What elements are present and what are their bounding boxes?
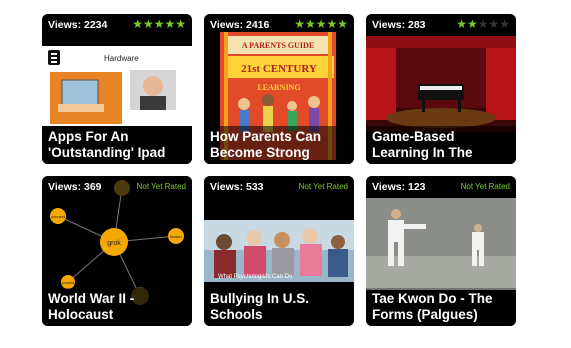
- video-card-game-based-learning[interactable]: Views: 283 ★★★★★ Game-Based Learning In …: [366, 14, 516, 164]
- node-label: connect: [51, 214, 66, 219]
- star-rating: ★★★★★: [294, 17, 348, 31]
- node-label: lesson: [170, 234, 182, 239]
- views-count: Views: 2234: [48, 19, 108, 31]
- star-rating: ★★★★★: [132, 17, 186, 31]
- rating-status: Not Yet Rated: [136, 182, 186, 191]
- card-title[interactable]: Game-Based Learning In The: [372, 129, 512, 161]
- views-count: Views: 123: [372, 181, 426, 193]
- views-count: Views: 369: [48, 181, 102, 193]
- views-count: Views: 2416: [210, 19, 270, 31]
- video-card-world-war-ii[interactable]: grok connect lesson conobs Views: 369 No…: [42, 176, 192, 326]
- video-card-bullying[interactable]: What Psychologists Can Do Views: 533 Not…: [204, 176, 354, 326]
- video-card-tae-kwon-do[interactable]: Views: 123 Not Yet Rated Tae Kwon Do - T…: [366, 176, 516, 326]
- thumb-caption: What Psychologists Can Do: [218, 274, 293, 280]
- rating-status: Not Yet Rated: [460, 182, 510, 191]
- node-label: conobs: [62, 280, 75, 285]
- views-count: Views: 283: [372, 19, 426, 31]
- views-count: Views: 533: [210, 181, 264, 193]
- rating-status: Not Yet Rated: [298, 182, 348, 191]
- card-title[interactable]: Tae Kwon Do - The Forms (Palgues): [372, 291, 512, 323]
- card-title[interactable]: How Parents Can Become Strong: [210, 129, 350, 161]
- video-card-ipad-apps[interactable]: Hardware Views: 2234 ★★★★★ Apps For An '…: [42, 14, 192, 164]
- star-rating: ★★★★★: [456, 17, 510, 31]
- thumb-caption-2: 21st CENTURY: [241, 63, 317, 75]
- thumb-caption-1: A PARENTS GUIDE: [242, 41, 314, 50]
- card-title[interactable]: World War II - Holocaust: [48, 291, 188, 323]
- thumb-caption: Hardware: [104, 54, 139, 63]
- card-title[interactable]: Apps For An 'Outstanding' Ipad: [48, 129, 188, 161]
- video-card-parents-guide[interactable]: A PARENTS GUIDE 21st CENTURY LEARNING Vi…: [204, 14, 354, 164]
- node-label: grok: [107, 240, 121, 247]
- card-title[interactable]: Bullying In U.S. Schools: [210, 291, 350, 323]
- thumb-caption-3: LEARNING: [257, 83, 300, 92]
